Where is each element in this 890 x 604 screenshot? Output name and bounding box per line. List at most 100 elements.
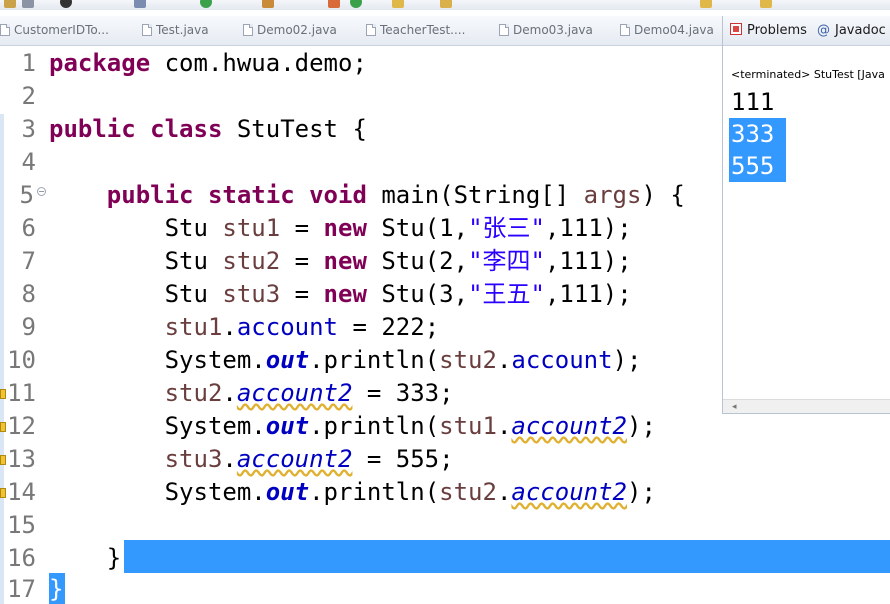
java-file-icon bbox=[499, 24, 509, 36]
code-text: . bbox=[222, 379, 237, 407]
line-number: 13 bbox=[7, 445, 36, 473]
code-text: = 555; bbox=[352, 445, 454, 473]
save-icon[interactable] bbox=[4, 0, 16, 8]
tab-label: Demo04.java bbox=[634, 23, 714, 37]
line-number: 14 bbox=[7, 478, 36, 506]
line-number: 5 bbox=[19, 181, 34, 209]
open-type-icon[interactable] bbox=[328, 0, 340, 8]
console-output-line: 555 bbox=[729, 150, 786, 182]
tab-label: Javadoc bbox=[835, 23, 886, 38]
run-as-icon[interactable] bbox=[350, 0, 362, 8]
horizontal-scrollbar[interactable]: ◂ bbox=[723, 399, 890, 413]
local-variable: stu2 bbox=[439, 478, 497, 506]
debug-icon[interactable] bbox=[60, 0, 72, 8]
code-text: = bbox=[280, 214, 324, 242]
code-text: ) { bbox=[641, 181, 685, 209]
code-line: 12 System.out.println(stu1.account2); bbox=[0, 410, 890, 443]
line-number: 11 bbox=[7, 379, 36, 407]
console-output-line: 111 bbox=[731, 88, 775, 116]
code-text: Stu(1, bbox=[366, 214, 469, 242]
tab-label: Problems bbox=[747, 23, 807, 38]
tab-problems[interactable]: Problems bbox=[730, 23, 807, 38]
code-text: = bbox=[280, 280, 324, 308]
code-text: Stu(3, bbox=[366, 280, 469, 308]
search-icon[interactable] bbox=[134, 0, 146, 8]
tab-demo02-java[interactable]: Demo02.java bbox=[243, 23, 337, 41]
code-text: . bbox=[222, 445, 237, 473]
code-text: Stu bbox=[164, 214, 223, 242]
line-number: 8 bbox=[21, 280, 36, 308]
fold-collapse-icon[interactable]: − bbox=[37, 187, 46, 196]
line-number: 7 bbox=[21, 247, 36, 275]
code-text: . bbox=[496, 412, 512, 440]
java-file-icon bbox=[0, 24, 10, 36]
tab-javadoc[interactable]: @ Javadoc bbox=[817, 23, 886, 38]
local-variable: args bbox=[583, 181, 642, 209]
keyword: public bbox=[106, 181, 194, 209]
code-text: = 333; bbox=[352, 379, 454, 407]
code-text: = 222; bbox=[338, 313, 440, 341]
keyword: void bbox=[309, 181, 367, 209]
run-icon[interactable] bbox=[200, 0, 212, 8]
code-line: 13 stu3.account2 = 555; bbox=[0, 443, 890, 476]
print-icon[interactable] bbox=[22, 0, 34, 8]
tab-demo04-java[interactable]: Demo04.java bbox=[620, 23, 714, 41]
keyword: new bbox=[323, 247, 367, 275]
main-toolbar bbox=[0, 0, 890, 10]
code-line: 16 } bbox=[0, 542, 890, 575]
line-number: 12 bbox=[7, 412, 36, 440]
static-field-warning: account2 bbox=[511, 478, 627, 506]
local-variable: stu2 bbox=[164, 379, 223, 407]
string-literal: "王五" bbox=[468, 280, 545, 308]
static-field: out bbox=[265, 478, 310, 506]
static-field: out bbox=[265, 346, 310, 374]
code-text: . bbox=[496, 346, 512, 374]
line-number: 15 bbox=[7, 511, 36, 539]
tab-test-java[interactable]: Test.java bbox=[142, 23, 209, 41]
keyword: package bbox=[49, 49, 151, 77]
scroll-left-icon[interactable]: ◂ bbox=[732, 402, 737, 412]
tab-label: Test.java bbox=[156, 23, 209, 37]
code-text: .println( bbox=[309, 346, 440, 374]
static-field: out bbox=[265, 412, 310, 440]
code-line: 15 bbox=[0, 509, 890, 542]
forward-arrow-icon[interactable] bbox=[760, 0, 772, 8]
code-text: StuTest { bbox=[222, 115, 367, 143]
java-file-icon bbox=[620, 24, 630, 36]
code-text: . bbox=[496, 478, 512, 506]
field: account bbox=[511, 346, 613, 374]
console-panel: Problems @ Javadoc <terminated> StuTest [… bbox=[722, 16, 890, 414]
tab-teachertest[interactable]: TeacherTest.... bbox=[366, 23, 465, 41]
java-file-icon bbox=[243, 24, 253, 36]
line-number: 16 bbox=[7, 544, 36, 572]
line-number: 3 bbox=[21, 115, 36, 143]
back-arrow-icon[interactable] bbox=[700, 0, 712, 8]
tab-label: CustomerIDTo... bbox=[14, 23, 109, 37]
line-number: 10 bbox=[7, 346, 36, 374]
code-text: ,111); bbox=[544, 280, 632, 308]
tab-demo03-java[interactable]: Demo03.java bbox=[499, 23, 593, 41]
code-text: } bbox=[49, 575, 64, 603]
code-text: } bbox=[106, 544, 122, 572]
local-variable: stu1 bbox=[439, 412, 497, 440]
code-text: ); bbox=[627, 478, 656, 506]
keyword: new bbox=[323, 280, 367, 308]
code-line: 17 } bbox=[0, 573, 890, 604]
code-text: main(String[] bbox=[366, 181, 584, 209]
code-text: ,111); bbox=[544, 214, 632, 242]
line-number: 17 bbox=[7, 575, 36, 603]
new-package-icon[interactable] bbox=[262, 0, 274, 8]
local-variable: stu2 bbox=[439, 346, 497, 374]
edit-icon[interactable] bbox=[440, 0, 452, 8]
line-number: 4 bbox=[21, 148, 36, 176]
code-text: .println( bbox=[309, 478, 440, 506]
tab-customeridto[interactable]: CustomerIDTo... bbox=[0, 23, 109, 41]
tab-label: Demo03.java bbox=[513, 23, 593, 37]
local-variable: stu3 bbox=[222, 280, 281, 308]
code-text: System. bbox=[164, 346, 266, 374]
line-number: 1 bbox=[21, 49, 36, 77]
java-file-icon bbox=[366, 24, 376, 36]
open-folder-icon[interactable] bbox=[392, 0, 404, 8]
static-field-warning: account2 bbox=[511, 412, 627, 440]
string-literal: "李四" bbox=[468, 247, 545, 275]
